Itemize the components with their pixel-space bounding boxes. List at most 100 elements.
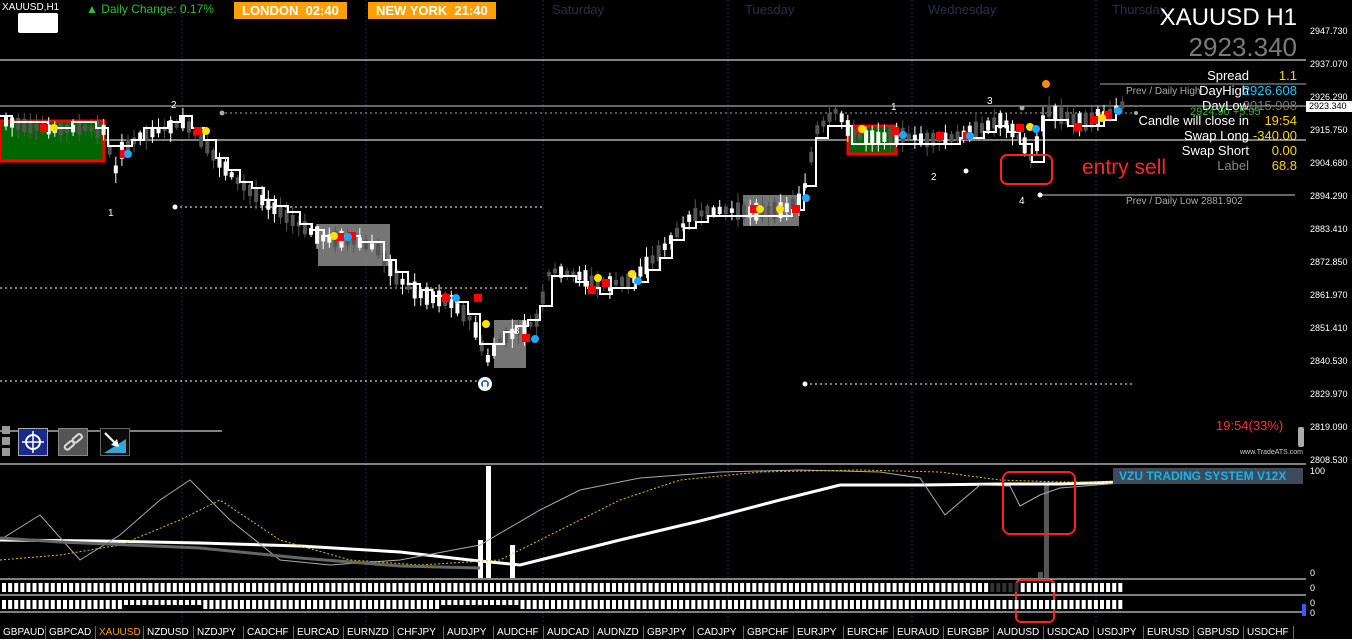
candle-body xyxy=(528,322,533,327)
symbol-tab-xauusd[interactable]: XAUUSD xyxy=(96,626,144,639)
histogram-bar xyxy=(508,600,513,605)
histogram-bar xyxy=(843,600,848,609)
symbol-tab-audcad[interactable]: AUDCAD xyxy=(544,626,594,639)
sell-signal-square xyxy=(602,279,610,287)
histogram-bar xyxy=(715,583,720,592)
day-label: Wednesday xyxy=(928,2,997,17)
symbol-tab-eurcad[interactable]: EURCAD xyxy=(294,626,344,639)
candle-body xyxy=(1059,107,1064,125)
symbol-tab-gbpcad[interactable]: GBPCAD xyxy=(46,626,96,639)
histogram-rows xyxy=(2,583,1123,609)
histogram-bar xyxy=(971,600,976,609)
histogram-bar xyxy=(965,583,970,592)
wave-label: 3 xyxy=(987,96,993,107)
histogram-bar xyxy=(14,583,19,592)
histogram-bar xyxy=(1008,600,1013,609)
histogram-bar xyxy=(166,600,171,605)
symbol-tab-usdcad[interactable]: USDCAD xyxy=(1044,626,1094,639)
histogram-bar xyxy=(343,583,348,592)
candle-body xyxy=(876,131,881,144)
histogram-bar xyxy=(239,600,244,609)
symbol-tab-eurjpy[interactable]: EURJPY xyxy=(794,626,844,639)
symbol-tab-usdjpy[interactable]: USDJPY xyxy=(1094,626,1144,639)
histogram-bar xyxy=(587,583,592,592)
histogram-bar xyxy=(1081,600,1086,609)
histogram-bar xyxy=(1112,600,1117,609)
symbol-tab-bar: GBPAUD GBPCAD XAUUSD NZDUSD NZDJPY CADCHF EURC… xyxy=(0,626,1306,639)
histogram-bar xyxy=(703,600,708,609)
histogram-bar xyxy=(563,600,568,609)
symbol-tab-eurnzd[interactable]: EURNZD xyxy=(344,626,394,639)
symbol-tab-audnzd[interactable]: AUDNZD xyxy=(594,626,644,639)
candle-body xyxy=(717,206,722,214)
sell-signal-square xyxy=(891,127,899,135)
symbol-tab-eurusd[interactable]: EURUSD xyxy=(1144,626,1194,639)
histogram-bar xyxy=(953,583,958,592)
symbol-tab-eurgbp[interactable]: EURGBP xyxy=(944,626,994,639)
histogram-bar xyxy=(264,600,269,609)
histogram-bar xyxy=(593,600,598,609)
symbol-tab-gbpchf[interactable]: GBPCHF xyxy=(744,626,794,639)
indicator-tick: 100 xyxy=(1310,466,1326,476)
blue-signal-dot xyxy=(634,277,642,285)
histogram-bar xyxy=(136,583,141,592)
chart-arrow-button[interactable] xyxy=(100,428,130,456)
histogram-bar xyxy=(300,583,305,592)
indicator-tick: 0 xyxy=(1310,608,1316,618)
histogram-bar xyxy=(892,600,897,609)
histogram-bar xyxy=(172,583,177,592)
histogram-bar xyxy=(410,600,415,609)
candle-body xyxy=(187,121,191,133)
price-tick: 2915.750 xyxy=(1310,125,1348,135)
symbol-tab-audusd[interactable]: AUDUSD xyxy=(994,626,1044,639)
histogram-bar xyxy=(441,600,446,605)
scroll-handle[interactable] xyxy=(1298,427,1304,447)
price-tick: 2883.410 xyxy=(1310,224,1348,234)
price-tick: 2894.290 xyxy=(1310,191,1348,201)
candle-body xyxy=(16,117,21,131)
histogram-bar xyxy=(154,583,159,592)
symbol-tab-euraud[interactable]: EURAUD xyxy=(894,626,944,639)
histogram-bar xyxy=(349,600,354,609)
histogram-bar xyxy=(807,600,812,609)
histogram-bar xyxy=(752,583,757,592)
candle-body xyxy=(107,146,112,155)
symbol-tab-audjpy[interactable]: AUDJPY xyxy=(444,626,494,639)
symbol-tab-audchf[interactable]: AUDCHF xyxy=(494,626,544,639)
histogram-bar xyxy=(587,600,592,609)
indicator-name-label: VZU TRADING SYSTEM V12X xyxy=(1113,468,1303,484)
symbol-tab-nzdusd[interactable]: NZDUSD xyxy=(144,626,194,639)
symbol-tab-gbpjpy[interactable]: GBPJPY xyxy=(644,626,694,639)
candle-body xyxy=(254,188,259,202)
histogram-bar xyxy=(361,583,366,592)
histogram-bar xyxy=(575,600,580,609)
histogram-bar xyxy=(215,583,220,592)
histogram-bar xyxy=(2,583,6,592)
symbol-tab-usdchf[interactable]: USDCHF xyxy=(1244,626,1294,639)
candle-body xyxy=(973,121,978,140)
histogram-bar xyxy=(557,600,562,609)
histogram-bar xyxy=(801,600,806,609)
histogram-bar xyxy=(258,600,263,609)
info-value: 1.1 xyxy=(1278,68,1297,83)
price-chart[interactable] xyxy=(0,0,1306,639)
symbol-tab-cadchf[interactable]: CADCHF xyxy=(244,626,294,639)
histogram-bar xyxy=(26,583,31,592)
crosshair-button[interactable] xyxy=(18,428,48,456)
histogram-bar xyxy=(221,583,226,592)
symbol-tab-gbpaud[interactable]: GBPAUD xyxy=(0,626,46,639)
histogram-bar xyxy=(1112,583,1117,592)
symbol-tab-chfjpy[interactable]: CHFJPY xyxy=(394,626,444,639)
candle-body xyxy=(113,165,118,174)
candle-body xyxy=(467,315,472,321)
candle-body xyxy=(290,214,295,226)
symbol-tab-nzdjpy[interactable]: NZDJPY xyxy=(194,626,244,639)
symbol-tab-gbpusd[interactable]: GBPUSD xyxy=(1194,626,1244,639)
symbol-tab-cadjpy[interactable]: CADJPY xyxy=(694,626,744,639)
histogram-bar xyxy=(514,600,519,605)
symbol-tab-eurchf[interactable]: EURCHF xyxy=(844,626,894,639)
wave-label: 1 xyxy=(891,102,897,113)
prev-daily-low-label: Prev / Daily Low 2881.902 xyxy=(1126,196,1243,207)
link-button[interactable] xyxy=(58,428,88,456)
histogram-bar xyxy=(740,600,745,609)
